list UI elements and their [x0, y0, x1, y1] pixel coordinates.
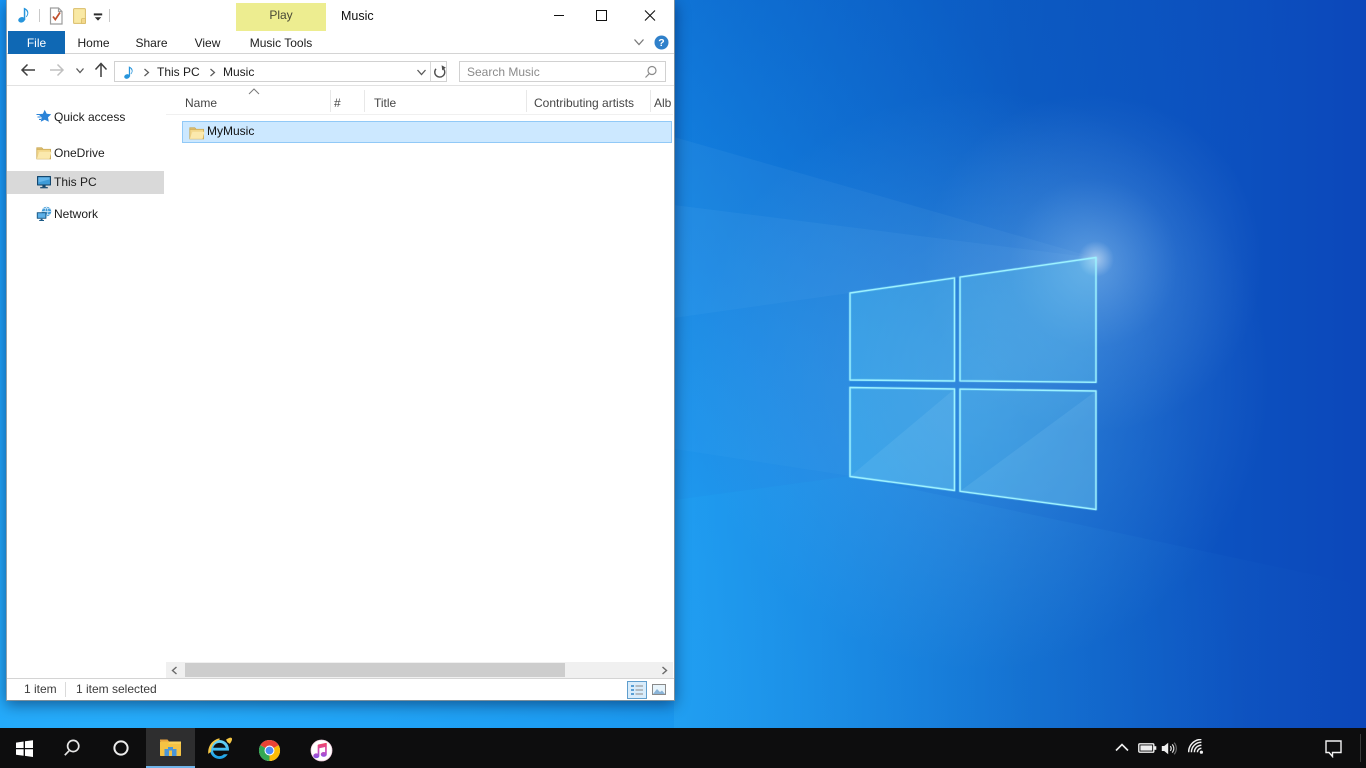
svg-text:?: ?: [658, 37, 664, 49]
